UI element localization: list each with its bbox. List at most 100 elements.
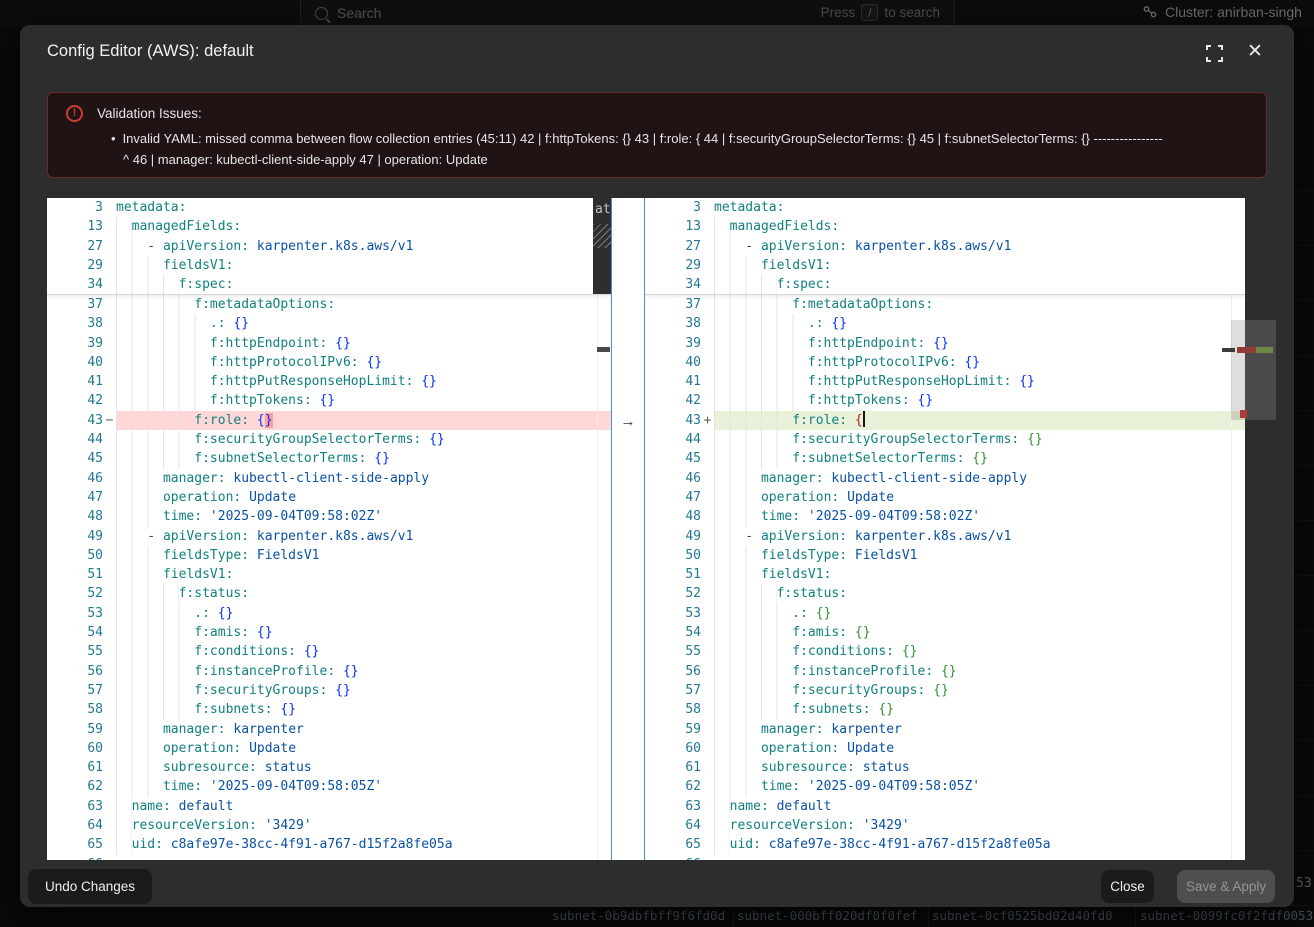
line-content[interactable]: f:httpPutResponseHopLimit: {} bbox=[714, 372, 1245, 391]
code-line-38[interactable]: 38.: {} bbox=[47, 314, 611, 333]
line-content[interactable]: fieldsType: FieldsV1 bbox=[116, 546, 611, 565]
line-content[interactable]: .: {} bbox=[714, 604, 1245, 623]
line-content[interactable]: f:amis: {} bbox=[714, 623, 1245, 642]
code-line-29[interactable]: 29fieldsV1: bbox=[47, 256, 611, 275]
code-line-44[interactable]: 44f:securityGroupSelectorTerms: {} bbox=[645, 430, 1245, 449]
code-line-13[interactable]: 13managedFields: bbox=[645, 217, 1245, 236]
scrollbar-slider[interactable] bbox=[1231, 320, 1245, 420]
line-content[interactable]: .: {} bbox=[116, 314, 611, 333]
line-content[interactable]: spec: bbox=[714, 855, 1245, 860]
line-content[interactable]: f:subnets: {} bbox=[116, 700, 611, 719]
revert-change-arrow-icon[interactable]: → bbox=[612, 412, 644, 431]
undo-changes-button[interactable]: Undo Changes bbox=[28, 869, 152, 904]
close-icon[interactable]: ✕ bbox=[1247, 42, 1263, 61]
code-line-47[interactable]: 47operation: Update bbox=[645, 488, 1245, 507]
line-content[interactable]: operation: Update bbox=[714, 739, 1245, 758]
line-content[interactable]: f:httpEndpoint: {} bbox=[714, 334, 1245, 353]
code-line-57[interactable]: 57f:securityGroups: {} bbox=[645, 681, 1245, 700]
code-line-66[interactable]: 66spec: bbox=[645, 855, 1245, 860]
code-line-13[interactable]: 13managedFields: bbox=[47, 217, 611, 236]
code-line-42[interactable]: 42f:httpTokens: {} bbox=[47, 391, 611, 410]
line-content[interactable]: f:conditions: {} bbox=[714, 642, 1245, 661]
code-line-46[interactable]: 46manager: kubectl-client-side-apply bbox=[47, 469, 611, 488]
code-line-50[interactable]: 50fieldsType: FieldsV1 bbox=[47, 546, 611, 565]
code-line-52[interactable]: 52f:status: bbox=[47, 584, 611, 603]
line-content[interactable]: resourceVersion: '3429' bbox=[116, 816, 611, 835]
code-line-52[interactable]: 52f:status: bbox=[645, 584, 1245, 603]
code-line-40[interactable]: 40f:httpProtocolIPv6: {} bbox=[645, 353, 1245, 372]
line-content[interactable]: spec: bbox=[116, 855, 611, 860]
code-line-27[interactable]: 27- apiVersion: karpenter.k8s.aws/v1 bbox=[645, 237, 1245, 256]
close-button[interactable]: Close bbox=[1101, 870, 1154, 903]
modified-collapsed-region[interactable]: 3metadata:13managedFields:27- apiVersion… bbox=[645, 198, 1245, 295]
code-line-59[interactable]: 59manager: karpenter bbox=[645, 720, 1245, 739]
code-line-45[interactable]: 45f:subnetSelectorTerms: {} bbox=[645, 449, 1245, 468]
code-line-41[interactable]: 41f:httpPutResponseHopLimit: {} bbox=[645, 372, 1245, 391]
code-line-39[interactable]: 39f:httpEndpoint: {} bbox=[47, 334, 611, 353]
line-content[interactable]: f:role: { bbox=[714, 411, 1245, 430]
line-content[interactable]: fieldsType: FieldsV1 bbox=[714, 546, 1245, 565]
line-content[interactable]: name: default bbox=[116, 797, 611, 816]
line-content[interactable]: operation: Update bbox=[116, 488, 611, 507]
code-line-3[interactable]: 3metadata: bbox=[645, 198, 1245, 217]
line-content[interactable]: f:subnetSelectorTerms: {} bbox=[714, 449, 1245, 468]
line-content[interactable]: f:status: bbox=[714, 584, 1245, 603]
code-line-51[interactable]: 51fieldsV1: bbox=[645, 565, 1245, 584]
line-content[interactable]: - apiVersion: karpenter.k8s.aws/v1 bbox=[116, 237, 611, 256]
code-line-39[interactable]: 39f:httpEndpoint: {} bbox=[645, 334, 1245, 353]
code-line-62[interactable]: 62time: '2025-09-04T09:58:05Z' bbox=[47, 777, 611, 796]
line-content[interactable]: fieldsV1: bbox=[116, 256, 611, 275]
code-line-61[interactable]: 61subresource: status bbox=[47, 758, 611, 777]
line-content[interactable]: - apiVersion: karpenter.k8s.aws/v1 bbox=[714, 527, 1245, 546]
line-content[interactable]: .: {} bbox=[116, 604, 611, 623]
code-line-49[interactable]: 49- apiVersion: karpenter.k8s.aws/v1 bbox=[47, 527, 611, 546]
line-content[interactable]: fieldsV1: bbox=[116, 565, 611, 584]
code-line-27[interactable]: 27- apiVersion: karpenter.k8s.aws/v1 bbox=[47, 237, 611, 256]
code-line-58[interactable]: 58f:subnets: {} bbox=[47, 700, 611, 719]
line-content[interactable]: name: default bbox=[714, 797, 1245, 816]
line-content[interactable]: f:instanceProfile: {} bbox=[116, 662, 611, 681]
code-line-54[interactable]: 54f:amis: {} bbox=[47, 623, 611, 642]
code-line-64[interactable]: 64resourceVersion: '3429' bbox=[645, 816, 1245, 835]
code-line-63[interactable]: 63name: default bbox=[47, 797, 611, 816]
code-line-38[interactable]: 38.: {} bbox=[645, 314, 1245, 333]
code-line-59[interactable]: 59manager: karpenter bbox=[47, 720, 611, 739]
original-code-area[interactable]: 37f:metadataOptions:38.: {}39f:httpEndpo… bbox=[47, 295, 611, 860]
code-line-37[interactable]: 37f:metadataOptions: bbox=[645, 295, 1245, 314]
code-line-58[interactable]: 58f:subnets: {} bbox=[645, 700, 1245, 719]
line-content[interactable]: f:httpPutResponseHopLimit: {} bbox=[116, 372, 611, 391]
line-content[interactable]: time: '2025-09-04T09:58:02Z' bbox=[714, 507, 1245, 526]
code-line-60[interactable]: 60operation: Update bbox=[47, 739, 611, 758]
line-content[interactable]: manager: kubectl-client-side-apply bbox=[116, 469, 611, 488]
code-line-34[interactable]: 34f:spec: bbox=[47, 275, 611, 294]
original-collapsed-region[interactable]: 3metadata:13managedFields:27- apiVersion… bbox=[47, 198, 611, 295]
line-content[interactable]: f:httpTokens: {} bbox=[714, 391, 1245, 410]
line-content[interactable]: managedFields: bbox=[116, 217, 611, 236]
line-content[interactable]: f:spec: bbox=[714, 275, 1245, 294]
line-content[interactable]: time: '2025-09-04T09:58:05Z' bbox=[116, 777, 611, 796]
line-content[interactable]: uid: c8afe97e-38cc-4f91-a767-d15f2a8fe05… bbox=[714, 835, 1245, 854]
line-content[interactable]: f:metadataOptions: bbox=[714, 295, 1245, 314]
line-content[interactable]: f:metadataOptions: bbox=[116, 295, 611, 314]
line-content[interactable]: f:securityGroupSelectorTerms: {} bbox=[116, 430, 611, 449]
line-content[interactable]: time: '2025-09-04T09:58:02Z' bbox=[116, 507, 611, 526]
line-content[interactable]: subresource: status bbox=[116, 758, 611, 777]
scrollbar-slider-outer[interactable] bbox=[1245, 320, 1276, 420]
line-content[interactable]: .: {} bbox=[714, 314, 1245, 333]
code-line-41[interactable]: 41f:httpPutResponseHopLimit: {} bbox=[47, 372, 611, 391]
line-content[interactable]: f:httpEndpoint: {} bbox=[116, 334, 611, 353]
code-line-62[interactable]: 62time: '2025-09-04T09:58:05Z' bbox=[645, 777, 1245, 796]
line-content[interactable]: subresource: status bbox=[714, 758, 1245, 777]
line-content[interactable]: f:securityGroups: {} bbox=[116, 681, 611, 700]
code-line-46[interactable]: 46manager: kubectl-client-side-apply bbox=[645, 469, 1245, 488]
code-line-48[interactable]: 48time: '2025-09-04T09:58:02Z' bbox=[645, 507, 1245, 526]
line-content[interactable]: operation: Update bbox=[714, 488, 1245, 507]
code-line-65[interactable]: 65uid: c8afe97e-38cc-4f91-a767-d15f2a8fe… bbox=[645, 835, 1245, 854]
line-content[interactable]: f:securityGroups: {} bbox=[714, 681, 1245, 700]
code-line-45[interactable]: 45f:subnetSelectorTerms: {} bbox=[47, 449, 611, 468]
code-line-56[interactable]: 56f:instanceProfile: {} bbox=[47, 662, 611, 681]
line-content[interactable]: f:spec: bbox=[116, 275, 611, 294]
code-line-49[interactable]: 49- apiVersion: karpenter.k8s.aws/v1 bbox=[645, 527, 1245, 546]
line-content[interactable]: f:subnets: {} bbox=[714, 700, 1245, 719]
code-line-65[interactable]: 65uid: c8afe97e-38cc-4f91-a767-d15f2a8fe… bbox=[47, 835, 611, 854]
